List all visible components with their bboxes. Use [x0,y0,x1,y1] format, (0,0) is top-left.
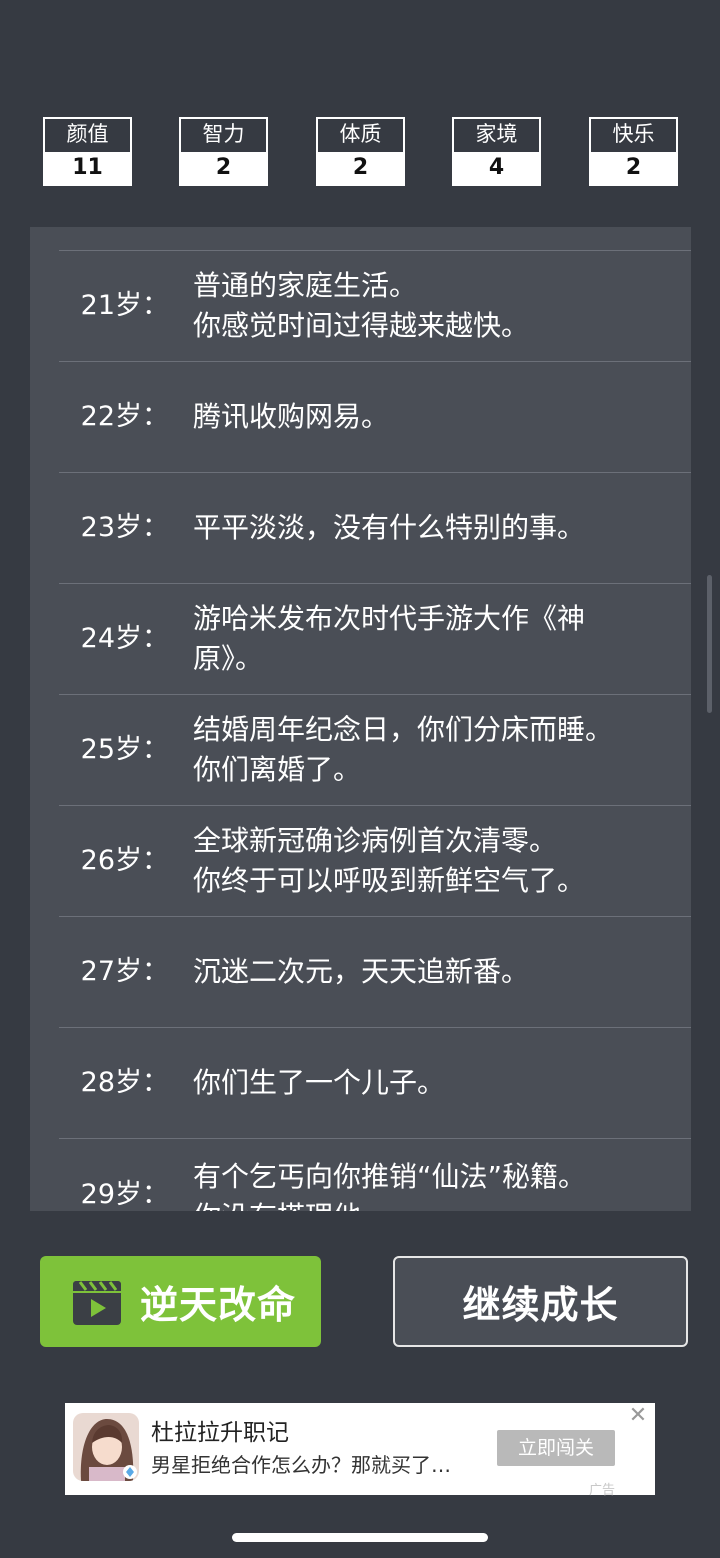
event-age: 23岁： [80,512,169,543]
event-line: 沉迷二次元，天天追新番。 [193,955,530,988]
event-age: 22岁： [80,401,169,432]
event-text: 普通的家庭生活。 你感觉时间过得越来越快。 [193,251,688,361]
event-line: 你感觉时间过得越来越快。 [193,309,530,342]
stat-intelligence: 智力 2 [179,117,268,186]
stat-constitution: 体质 2 [316,117,405,186]
list-item: 23岁： 平平淡淡，没有什么特别的事。 [59,472,691,583]
stat-label: 快乐 [612,122,655,146]
event-age: 27岁： [80,956,169,987]
event-text: 全球新冠确诊病例首次清零。 你终于可以呼吸到新鲜空气了。 [193,806,688,916]
ad-subtitle: 男星拒绝合作怎么办？那就买了… [151,1453,451,1477]
stat-label: 家境 [475,122,518,146]
event-line: 游哈米发布次时代手游大作《神 [193,602,586,635]
event-line: 你没有搭理他。 [193,1197,688,1211]
event-line: 腾讯收购网易。 [193,400,390,433]
stat-value: 2 [181,152,266,184]
event-text: 平平淡淡，没有什么特别的事。 [193,473,688,583]
event-line: 你终于可以呼吸到新鲜空气了。 [193,864,586,897]
event-text: 游哈米发布次时代手游大作《神 原》。 [193,584,688,694]
continue-growing-button[interactable]: 继续成长 [393,1256,688,1347]
video-play-icon [73,1280,121,1325]
stat-family-wealth: 家境 4 [452,117,541,186]
event-text: 你们生了一个儿子。 [193,1028,688,1138]
life-events-list: 21岁： 普通的家庭生活。 你感觉时间过得越来越快。 22岁： 腾讯收购网易。 … [59,250,691,1211]
close-icon[interactable]: ✕ [627,1405,649,1427]
ad-tag: 广告 [589,1483,616,1498]
ad-cta-button[interactable]: 立即闯关 [497,1430,615,1466]
event-age: 24岁： [80,623,169,654]
list-item: 24岁： 游哈米发布次时代手游大作《神 原》。 [59,583,691,694]
attribute-stats: 颜值 11 智力 2 体质 2 家境 4 快乐 2 [0,117,720,187]
stat-label: 颜值 [66,122,109,146]
event-line: 原》。 [193,642,264,675]
stat-value: 2 [591,152,676,184]
event-line: 普通的家庭生活。 [193,269,418,302]
list-item: 22岁： 腾讯收购网易。 [59,361,691,472]
ad-avatar [73,1413,139,1481]
event-text: 有个乞丐向你推销“仙法”秘籍。 你没有搭理他。 [193,1139,688,1211]
stat-happiness: 快乐 2 [589,117,678,186]
event-text: 沉迷二次元，天天追新番。 [193,917,688,1027]
event-age: 29岁： [80,1179,169,1210]
reroll-fate-label: 逆天改命 [140,1283,297,1327]
page-scrollbar[interactable] [707,575,712,713]
event-age: 21岁： [80,290,169,321]
event-text: 腾讯收购网易。 [193,362,688,472]
stat-value: 11 [45,152,130,184]
event-age: 25岁： [80,734,169,765]
ad-title: 杜拉拉升职记 [151,1420,289,1446]
list-item: 27岁： 沉迷二次元，天天追新番。 [59,916,691,1027]
event-line: 平平淡淡，没有什么特别的事。 [193,511,586,544]
event-line: 你们离婚了。 [193,753,362,786]
stat-value: 4 [454,152,539,184]
event-age: 28岁： [80,1067,169,1098]
reroll-fate-button[interactable]: 逆天改命 [40,1256,321,1347]
stat-value: 2 [318,152,403,184]
event-age: 26岁： [80,845,169,876]
life-restart-screen: 颜值 11 智力 2 体质 2 家境 4 快乐 2 21岁： 普通的家庭生活。 … [0,0,720,1558]
event-line: 你们生了一个儿子。 [193,1066,446,1099]
stat-label: 智力 [202,122,245,146]
event-line: 全球新冠确诊病例首次清零。 [193,824,558,857]
stat-appearance: 颜值 11 [43,117,132,186]
home-indicator[interactable] [232,1533,488,1542]
stat-label: 体质 [339,122,382,146]
list-item: 21岁： 普通的家庭生活。 你感觉时间过得越来越快。 [59,250,691,361]
life-events-panel[interactable]: 21岁： 普通的家庭生活。 你感觉时间过得越来越快。 22岁： 腾讯收购网易。 … [30,227,691,1211]
event-line: 有个乞丐向你推销“仙法”秘籍。 [193,1160,587,1193]
ad-avatar-image [73,1413,139,1481]
list-item: 28岁： 你们生了一个儿子。 [59,1027,691,1138]
event-text: 结婚周年纪念日，你们分床而睡。 你们离婚了。 [193,695,688,805]
list-item: 26岁： 全球新冠确诊病例首次清零。 你终于可以呼吸到新鲜空气了。 [59,805,691,916]
list-item: 25岁： 结婚周年纪念日，你们分床而睡。 你们离婚了。 [59,694,691,805]
event-line: 结婚周年纪念日，你们分床而睡。 [193,713,614,746]
list-item: 29岁： 有个乞丐向你推销“仙法”秘籍。 你没有搭理他。 [59,1138,691,1211]
ad-banner[interactable]: 杜拉拉升职记 男星拒绝合作怎么办？那就买了… 立即闯关 ✕ 广告 [65,1403,655,1498]
